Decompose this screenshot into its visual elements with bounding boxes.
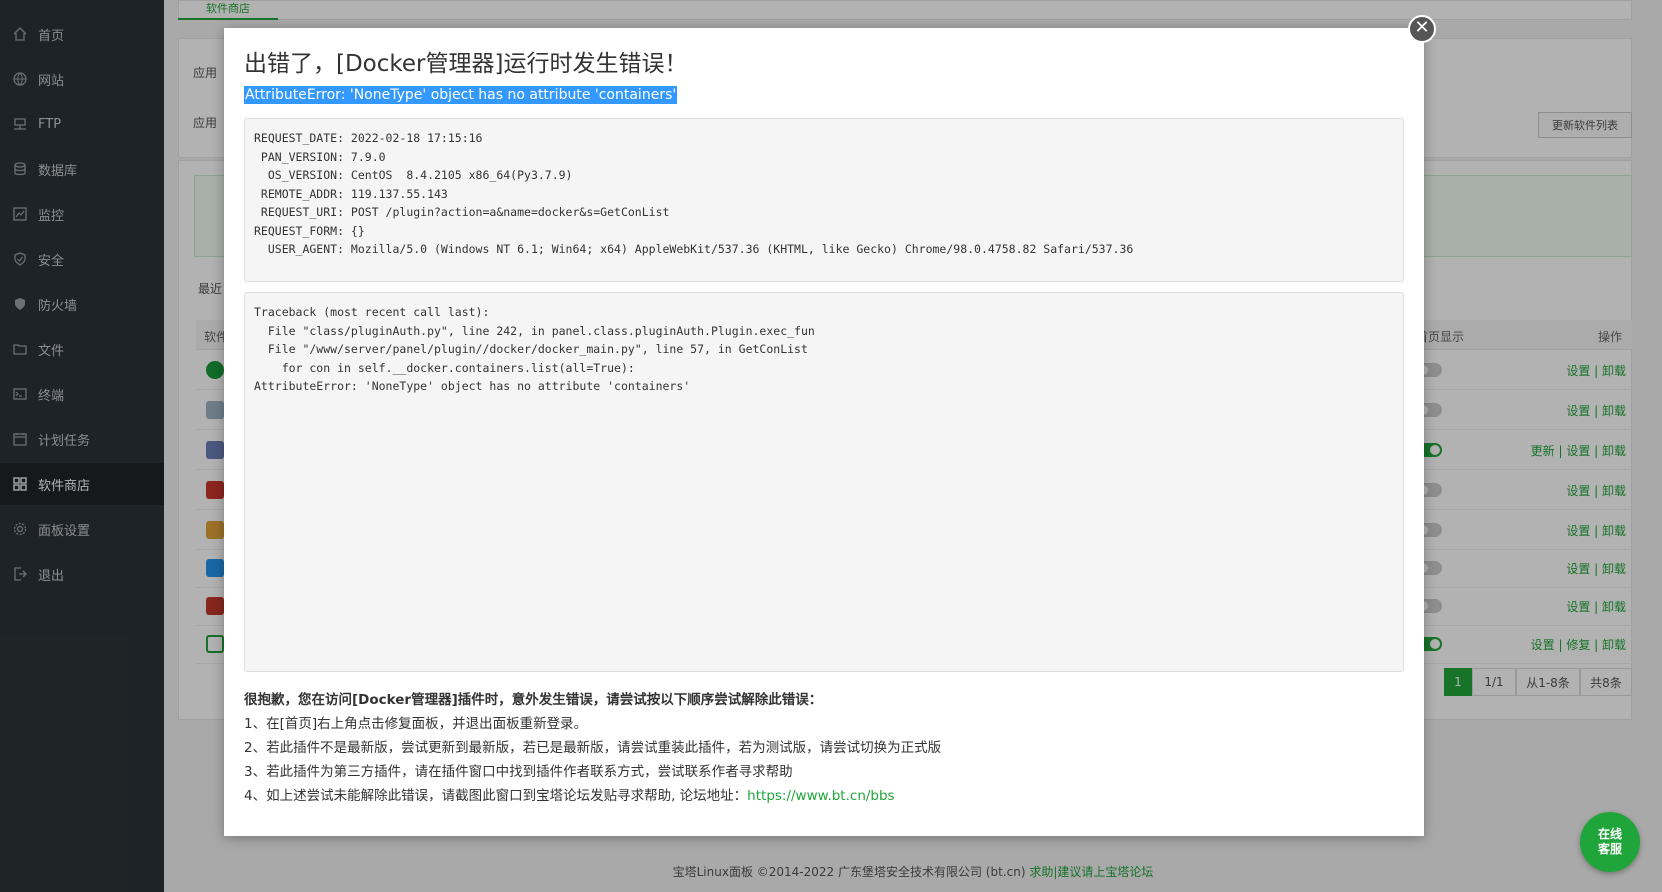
close-icon: ✕: [1414, 17, 1430, 38]
help-title: 很抱歉，您在访问[Docker管理器]插件时，意外发生错误，请尝试按以下顺序尝试…: [244, 692, 823, 708]
dialog-title: 出错了，[Docker管理器]运行时发生错误！: [244, 51, 688, 77]
online-support-button[interactable]: 在线 客服: [1580, 812, 1640, 872]
support-label-line1: 在线: [1597, 827, 1622, 841]
request-info-box: REQUEST_DATE: 2022-02-18 17:15:16 PAN_VE…: [244, 118, 1404, 282]
help-step-1: 1、在[首页]右上角点击修复面板，并退出面板重新登录。: [244, 716, 588, 732]
help-step-3: 3、若此插件为第三方插件，请在插件窗口中找到插件作者联系方式，尝试联系作者寻求帮…: [244, 764, 793, 780]
help-section: 很抱歉，您在访问[Docker管理器]插件时，意外发生错误，请尝试按以下顺序尝试…: [244, 688, 1404, 808]
close-dialog-button[interactable]: ✕: [1408, 15, 1436, 43]
traceback-box: Traceback (most recent call last): File …: [244, 292, 1404, 672]
support-label-line2: 客服: [1597, 842, 1622, 856]
help-step-4-text: 4、如上述尝试未能解除此错误，请截图此窗口到宝塔论坛发贴寻求帮助, 论坛地址：: [244, 788, 748, 804]
help-step-2: 2、若此插件不是最新版，尝试更新到最新版，若已是最新版，请尝试重装此插件，若为测…: [244, 740, 942, 756]
error-dialog: 出错了，[Docker管理器]运行时发生错误！ AttributeError: …: [224, 28, 1424, 836]
help-step-4: 4、如上述尝试未能解除此错误，请截图此窗口到宝塔论坛发贴寻求帮助, 论坛地址：h…: [244, 784, 1404, 808]
error-message: AttributeError: 'NoneType' object has no…: [244, 86, 678, 104]
forum-url-link[interactable]: https://www.bt.cn/bbs: [747, 788, 894, 804]
